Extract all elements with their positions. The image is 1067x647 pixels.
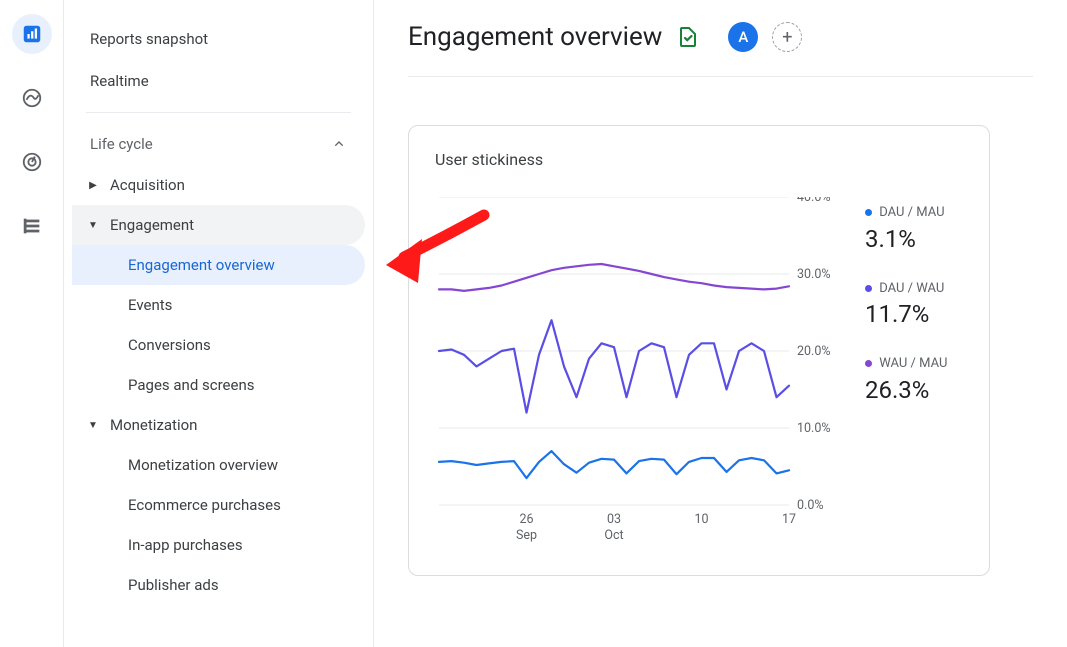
rail-advertising-icon[interactable] (12, 142, 52, 182)
chart: 40.0% 30.0% 20.0% 10.0% 0.0% 26Sep 03Oct 10 17 (435, 197, 845, 557)
sub-publisher[interactable]: Publisher ads (72, 565, 365, 605)
sub-monetization-overview[interactable]: Monetization overview (72, 445, 365, 485)
svg-text:40.0%: 40.0% (797, 197, 831, 205)
tree-label: Monetization (110, 416, 197, 434)
chart-legend: DAU / MAU 3.1% DAU / WAU 11.7% WAU / MAU… (865, 197, 947, 557)
sub-conversions[interactable]: Conversions (72, 325, 365, 365)
nav-realtime[interactable]: Realtime (72, 60, 365, 102)
legend-item-2[interactable]: WAU / MAU 26.3% (865, 356, 947, 404)
app-root: Reports snapshot Realtime Life cycle ▶ A… (0, 0, 1067, 647)
page-title: Engagement overview (408, 22, 662, 52)
section-life-cycle[interactable]: Life cycle (72, 123, 365, 165)
svg-text:03: 03 (607, 512, 621, 527)
plus-icon: + (782, 27, 792, 48)
legend-dot (865, 209, 872, 216)
page-header: Engagement overview A + (408, 0, 1033, 77)
svg-text:Sep: Sep (516, 528, 537, 543)
main-content: Engagement overview A + User stickiness … (374, 0, 1067, 647)
sub-ecommerce[interactable]: Ecommerce purchases (72, 485, 365, 525)
sidebar-nav: Reports snapshot Realtime Life cycle ▶ A… (64, 0, 374, 647)
svg-text:10.0%: 10.0% (797, 421, 831, 436)
add-button[interactable]: + (772, 22, 802, 52)
sub-inapp[interactable]: In-app purchases (72, 525, 365, 565)
rail-reports-icon[interactable] (12, 14, 52, 54)
nav-reports-snapshot[interactable]: Reports snapshot (72, 18, 365, 60)
verified-icon (676, 25, 700, 49)
legend-dot (865, 360, 872, 367)
avatar[interactable]: A (728, 22, 758, 52)
svg-text:0.0%: 0.0% (797, 498, 824, 513)
svg-text:17: 17 (782, 512, 796, 527)
chevron-up-icon (331, 136, 347, 152)
svg-text:30.0%: 30.0% (797, 267, 831, 282)
legend-name: WAU / MAU (879, 356, 947, 371)
svg-text:26: 26 (519, 512, 533, 527)
icon-rail (0, 0, 64, 647)
nav-divider (86, 112, 351, 113)
section-label: Life cycle (90, 135, 153, 153)
legend-value: 26.3% (865, 376, 947, 404)
sub-engagement-overview[interactable]: Engagement overview (72, 245, 365, 285)
legend-value: 11.7% (865, 300, 947, 328)
legend-name: DAU / WAU (879, 281, 944, 296)
svg-text:20.0%: 20.0% (797, 344, 831, 359)
tree-label: Acquisition (110, 176, 185, 194)
rail-explore-icon[interactable] (12, 78, 52, 118)
rail-configure-icon[interactable] (12, 206, 52, 246)
svg-text:10: 10 (694, 512, 708, 527)
caret-down-icon: ▼ (86, 220, 100, 231)
tree-acquisition[interactable]: ▶ Acquisition (72, 165, 365, 205)
tree-label: Engagement (110, 216, 194, 234)
tree-engagement[interactable]: ▼ Engagement (72, 205, 365, 245)
caret-right-icon: ▶ (86, 180, 100, 191)
tree-monetization[interactable]: ▼ Monetization (72, 405, 365, 445)
sub-events[interactable]: Events (72, 285, 365, 325)
legend-item-0[interactable]: DAU / MAU 3.1% (865, 205, 947, 253)
caret-down-icon: ▼ (86, 420, 100, 431)
legend-name: DAU / MAU (879, 205, 944, 220)
legend-value: 3.1% (865, 225, 947, 253)
svg-text:Oct: Oct (604, 528, 623, 543)
sub-pages-screens[interactable]: Pages and screens (72, 365, 365, 405)
card-title: User stickiness (435, 150, 963, 169)
stickiness-card: User stickiness 40.0% 30.0% 20.0% 10.0% 0.0%… (408, 125, 990, 576)
legend-item-1[interactable]: DAU / WAU 11.7% (865, 281, 947, 329)
legend-dot (865, 285, 872, 292)
